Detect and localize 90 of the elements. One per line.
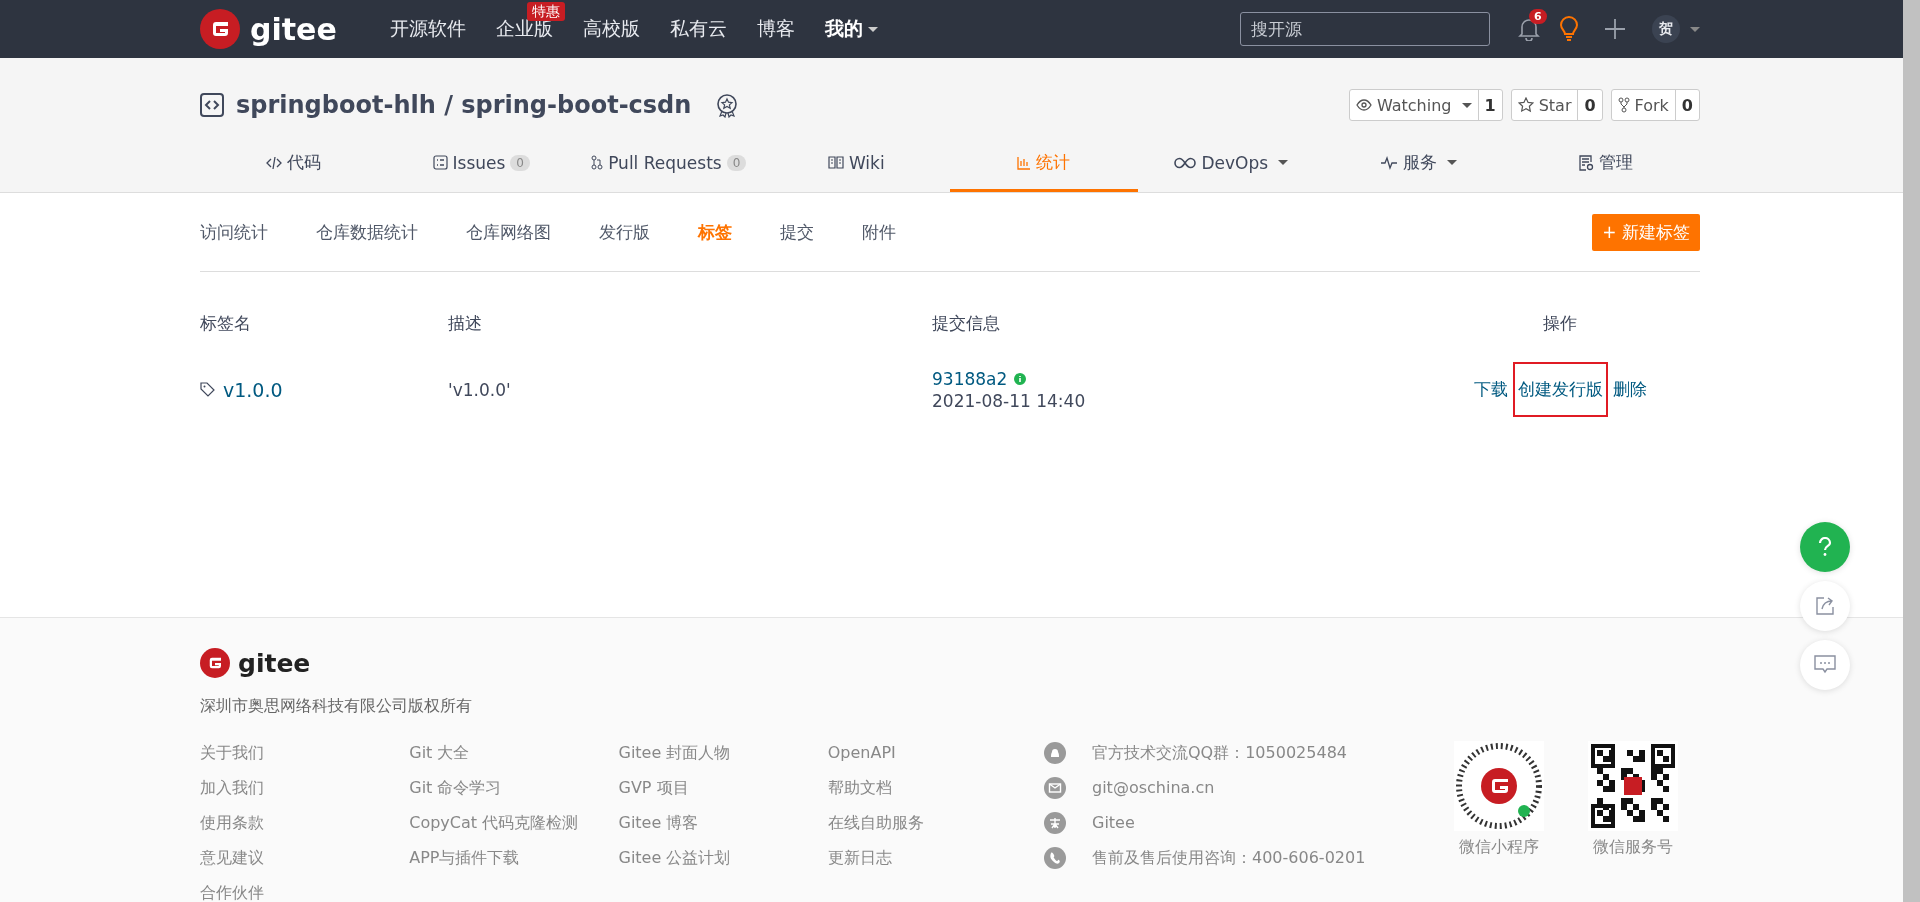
nav-link[interactable]: 博客 — [757, 16, 795, 42]
contact-info: 官方技术交流QQ群：1050025484 — [1092, 742, 1347, 764]
notification-count: 6 — [1529, 9, 1547, 24]
gitee-logo[interactable]: gitee — [200, 648, 1700, 678]
envelope-icon[interactable] — [1044, 777, 1066, 799]
repo-tab[interactable]: Issues 0 — [387, 136, 575, 192]
list-icon — [432, 155, 448, 170]
pulse-icon — [1380, 155, 1399, 170]
footer-link[interactable]: 帮助文档 — [827, 776, 1037, 799]
copyright-text: 深圳市奥思网络科技有限公司版权所有 — [200, 696, 473, 717]
repo-tab[interactable]: Wiki — [762, 136, 950, 192]
qr-caption: 微信服务号 — [1592, 837, 1673, 858]
action-link[interactable]: 创建发行版 — [1512, 362, 1608, 417]
footer-link[interactable]: Gitee 封面人物 — [618, 741, 828, 764]
repo-tab[interactable]: 代码 — [200, 136, 388, 192]
footer-link[interactable]: 加入我们 — [200, 776, 410, 799]
penguin-icon[interactable] — [1044, 742, 1066, 764]
contact-info: Gitee — [1092, 812, 1135, 834]
share-icon — [1815, 596, 1835, 616]
lightbulb-icon[interactable] — [1558, 16, 1580, 42]
stats-tab[interactable]: 附件 — [862, 220, 896, 244]
chat-bubble-icon — [1814, 655, 1836, 675]
question-mark-icon — [1818, 537, 1832, 557]
action-link[interactable]: 删除 — [1607, 362, 1652, 417]
column-header: 操作 — [1542, 311, 1578, 335]
footer-link[interactable]: 使用条款 — [200, 811, 410, 834]
stats-tab[interactable]: 仓库网络图 — [466, 220, 551, 244]
footer-link[interactable]: Gitee 博客 — [618, 811, 828, 834]
document-settings-icon — [1579, 154, 1595, 171]
search-field[interactable]: 搜开源 — [1240, 12, 1490, 46]
phone-icon[interactable] — [1044, 847, 1066, 869]
footer-link[interactable]: Git 大全 — [409, 741, 619, 764]
code-icon — [266, 155, 283, 170]
footer-link[interactable]: GVP 项目 — [618, 776, 828, 799]
repository-icon — [200, 93, 224, 117]
bar-chart-icon — [1017, 155, 1032, 170]
star-button[interactable]: Star 0 — [1510, 89, 1603, 121]
share-button[interactable] — [1800, 581, 1850, 631]
tag-icon — [200, 382, 215, 397]
star-icon — [1517, 97, 1534, 113]
footer-link[interactable]: APP与插件下载 — [409, 846, 619, 869]
footer-link[interactable]: Git 命令学习 — [409, 776, 619, 799]
stats-tab[interactable]: 访问统计 — [200, 220, 268, 244]
footer-link[interactable]: 合作伙伴 — [200, 881, 410, 902]
help-button[interactable] — [1800, 522, 1850, 572]
user-avatar[interactable]: 贺 — [1652, 15, 1680, 43]
fork-button[interactable]: Fork 0 — [1610, 89, 1700, 121]
footer-link[interactable]: 意见建议 — [200, 846, 410, 869]
column-header: 标签名 — [200, 311, 252, 335]
eye-icon — [1355, 99, 1372, 111]
contact-info: git@oschina.cn — [1092, 777, 1215, 799]
stats-tab[interactable]: 仓库数据统计 — [316, 220, 418, 244]
contact-info: 售前及售后使用咨询：400-606-0201 — [1092, 847, 1366, 869]
repo-tab[interactable]: DevOps — [1137, 136, 1325, 192]
info-icon[interactable] — [1014, 372, 1027, 385]
repo-tab[interactable]: 管理 — [1512, 136, 1700, 192]
column-header: 提交信息 — [932, 311, 1001, 335]
infinity-icon — [1174, 156, 1197, 169]
column-header: 描述 — [448, 311, 483, 335]
fork-icon — [1617, 97, 1630, 113]
commit-hash-link[interactable]: 93188a2 — [932, 368, 1008, 389]
footer-link[interactable]: 在线自助服务 — [827, 811, 1037, 834]
badge-icon[interactable] — [715, 92, 740, 118]
qr-caption: 微信小程序 — [1458, 837, 1539, 858]
pull-request-icon — [591, 155, 604, 170]
stats-tab[interactable]: 提交 — [780, 220, 814, 244]
watch-button[interactable]: Watching 1 — [1348, 89, 1503, 121]
repo-tab[interactable]: 服务 — [1325, 136, 1513, 192]
action-link[interactable]: 下载 — [1468, 362, 1513, 417]
plus-icon[interactable] — [1604, 18, 1626, 40]
qr-code-icon[interactable] — [1453, 741, 1544, 831]
book-icon — [827, 156, 844, 169]
tag-description: 'v1.0.0' — [448, 379, 512, 400]
tag-link[interactable]: v1.0.0 — [223, 378, 283, 401]
commit-date: 2021-08-11 14:40 — [932, 390, 1087, 411]
footer-link[interactable]: 关于我们 — [200, 741, 410, 764]
repository-title[interactable]: springboot-hlh / spring-boot-csdn — [236, 91, 692, 119]
stats-tab[interactable]: 发行版 — [599, 220, 650, 244]
gitee-logo[interactable]: gitee — [200, 9, 390, 49]
footer-link[interactable]: CopyCat 代码克隆检测 — [409, 811, 619, 834]
footer-link[interactable]: 更新日志 — [827, 846, 1037, 869]
repo-tab[interactable]: Pull Requests 0 — [575, 136, 763, 192]
footer-link[interactable]: Gitee 公益计划 — [618, 846, 828, 869]
promo-badge: 特惠 — [527, 2, 565, 21]
nav-link[interactable]: 高校版 — [583, 16, 640, 42]
caret-icon[interactable] — [1690, 26, 1700, 32]
nav-link[interactable]: 我的 — [825, 16, 878, 42]
nav-link[interactable]: 私有云 — [670, 16, 727, 42]
scrollbar[interactable] — [1903, 0, 1920, 902]
nav-link[interactable]: 开源软件 — [390, 16, 466, 42]
